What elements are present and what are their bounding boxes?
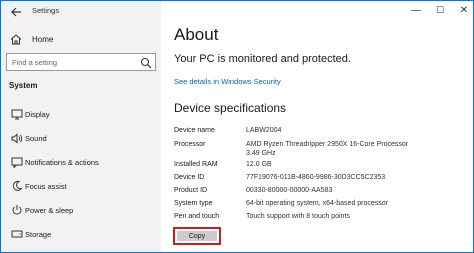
protection-status-text: Your PC is monitored and protected. (174, 53, 351, 65)
search-box[interactable] (6, 53, 156, 71)
app-title: Settings (32, 6, 60, 15)
sidebar-item-label: Storage (25, 230, 52, 239)
close-button[interactable]: ✕ (457, 3, 471, 17)
spec-key: System type (174, 200, 213, 207)
notifications-icon (10, 155, 24, 169)
sidebar-item-label: Sound (25, 134, 47, 143)
spec-value: AMD Ryzen Threadripper 2950X 16-Core Pro… (246, 141, 409, 157)
sidebar-item-power-sleep[interactable]: Power & sleep (1, 199, 161, 221)
main-content: — ☐ ✕ About Your PC is monitored and pro… (161, 1, 473, 252)
search-icon[interactable] (140, 56, 152, 69)
sidebar-item-label: Notifications & actions (25, 158, 99, 167)
storage-icon (10, 227, 24, 241)
sidebar: Settings Home System Display Sound (1, 1, 161, 252)
device-specifications-heading: Device specifications (174, 101, 287, 115)
page-title: About (174, 25, 219, 44)
home-icon (9, 33, 22, 45)
system-section-label: System (9, 81, 38, 90)
maximize-button[interactable]: ☐ (433, 3, 447, 17)
windows-security-link[interactable]: See details in Windows Security (174, 77, 281, 86)
search-input[interactable] (7, 54, 137, 70)
sidebar-item-display[interactable]: Display (1, 103, 161, 125)
spec-key: Product ID (174, 187, 208, 194)
minimize-button[interactable]: — (409, 3, 423, 17)
copy-button[interactable]: Copy (177, 231, 217, 241)
back-arrow-icon[interactable] (9, 5, 23, 19)
sidebar-item-focus-assist[interactable]: Focus assist (1, 175, 161, 197)
focus-assist-icon (10, 179, 24, 193)
sidebar-item-sound[interactable]: Sound (1, 127, 161, 149)
spec-key: Pen and touch (174, 213, 220, 220)
copy-button-highlight: Copy (173, 227, 221, 245)
home-label: Home (32, 34, 54, 44)
sidebar-item-notifications[interactable]: Notifications & actions (1, 151, 161, 173)
sidebar-item-label: Display (25, 110, 50, 119)
spec-value: 12.0 GB (246, 161, 272, 168)
spec-key: Processor (174, 141, 206, 148)
sidebar-item-label: Power & sleep (25, 206, 74, 215)
power-icon (10, 203, 24, 217)
sound-icon (10, 131, 24, 145)
display-icon (10, 107, 24, 121)
spec-value: 64-bit operating system, x64-based proce… (246, 200, 389, 207)
settings-window: Settings Home System Display Sound (0, 0, 474, 253)
spec-value: LABW2004 (246, 127, 282, 134)
spec-value: Touch support with 8 touch points (246, 213, 350, 220)
title-bar: Settings (1, 1, 161, 23)
spec-value: 77F19076-011B-4860-9986-30D3CC5C2353 (246, 174, 386, 181)
spec-key: Installed RAM (174, 161, 218, 168)
spec-key: Device ID (174, 174, 205, 181)
sidebar-item-storage[interactable]: Storage (1, 223, 161, 245)
sidebar-item-label: Focus assist (25, 182, 67, 191)
spec-key: Device name (174, 127, 215, 134)
home-nav-item[interactable]: Home (9, 32, 53, 46)
spec-value: 00330-80000-00000-AA583 (246, 187, 333, 194)
